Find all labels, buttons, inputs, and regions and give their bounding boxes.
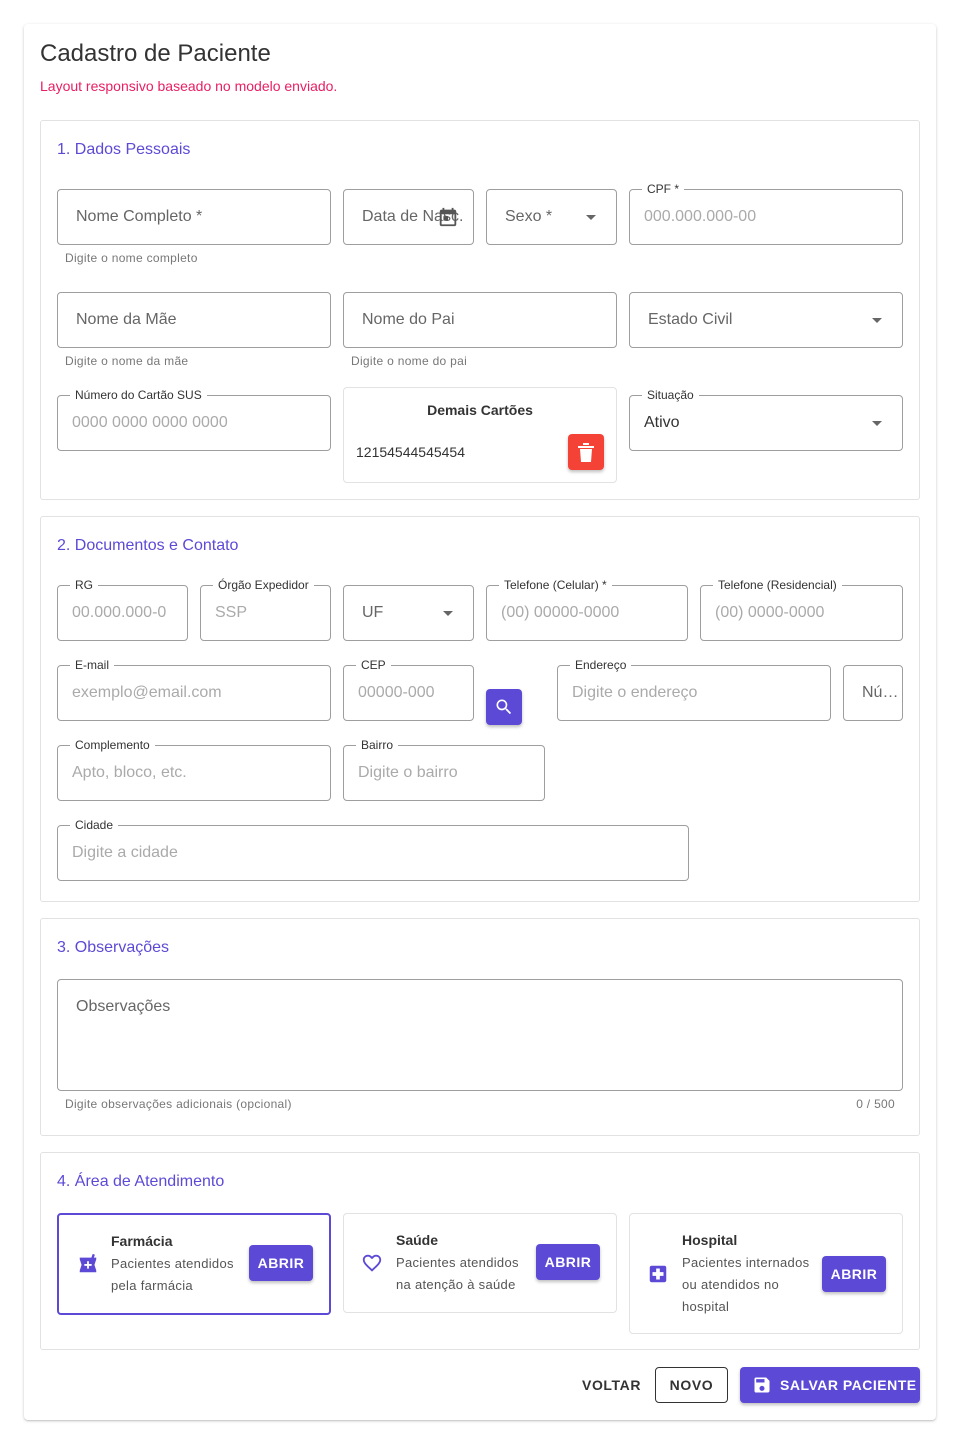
- data-nascimento-field[interactable]: Data de Nasc.: [343, 189, 474, 245]
- area-description: Pacientes internados ou atendidos no hos…: [682, 1255, 810, 1314]
- chevron-down-icon: [443, 611, 453, 616]
- section-title: 3. Observações: [57, 939, 170, 956]
- delete-card-button[interactable]: [568, 434, 604, 470]
- situacao-value: Ativo: [644, 414, 680, 431]
- section-dados-pessoais: 1. Dados Pessoais Nome Completo * Digite…: [40, 120, 920, 500]
- numero-field[interactable]: Nú…: [843, 665, 903, 721]
- telefone-residencial-placeholder: (00) 0000-0000: [715, 604, 825, 621]
- cpf-field[interactable]: CPF * 000.000.000-00: [629, 182, 903, 245]
- cartao-sus-placeholder: 0000 0000 0000 0000: [72, 414, 228, 431]
- observacoes-placeholder: Observações: [76, 998, 171, 1015]
- uf-select[interactable]: UF: [343, 585, 474, 641]
- telefone-residencial-field[interactable]: Telefone (Residencial) (00) 0000-0000: [700, 578, 903, 641]
- estado-civil-select[interactable]: Estado Civil: [629, 292, 903, 348]
- section-title: 1. Dados Pessoais: [57, 141, 191, 158]
- cartao-sus-field[interactable]: Número do Cartão SUS 0000 0000 0000 0000: [57, 388, 331, 451]
- observacoes-textarea[interactable]: Observações: [57, 979, 903, 1091]
- email-placeholder: exemplo@email.com: [72, 684, 222, 701]
- abrir-hospital-button[interactable]: ABRIR: [822, 1256, 886, 1292]
- voltar-button[interactable]: VOLTAR: [582, 1377, 641, 1393]
- heart-icon: [362, 1254, 382, 1272]
- area-description: Pacientes atendidos na atenção à saúde: [396, 1255, 519, 1292]
- search-icon: [496, 699, 512, 715]
- area-card-farmacia[interactable]: Farmácia Pacientes atendidos pela farmác…: [57, 1213, 331, 1315]
- cep-field[interactable]: CEP 00000-000: [343, 658, 474, 721]
- sexo-placeholder: Sexo *: [505, 208, 553, 225]
- telefone-celular-placeholder: (00) 00000-0000: [501, 604, 620, 621]
- numero-placeholder: Nú…: [862, 684, 899, 701]
- area-title: Farmácia: [111, 1233, 173, 1249]
- section-documentos-contato: 2. Documentos e Contato RG 00.000.000-0 …: [40, 516, 920, 902]
- hospital-icon: [649, 1265, 667, 1283]
- endereco-field[interactable]: Endereço Digite o endereço: [557, 658, 831, 721]
- section-area-atendimento: 4. Área de Atendimento Farmácia Paciente…: [40, 1152, 920, 1350]
- bairro-placeholder: Digite o bairro: [358, 764, 458, 781]
- cartao-item: 12154544545454: [356, 444, 466, 460]
- cpf-placeholder: 000.000.000-00: [644, 208, 757, 225]
- nome-completo-field[interactable]: Nome Completo *: [57, 189, 331, 245]
- nome-completo-placeholder: Nome Completo *: [76, 208, 203, 225]
- chevron-down-icon: [872, 421, 882, 426]
- abrir-farmacia-button[interactable]: ABRIR: [249, 1245, 313, 1281]
- chevron-down-icon: [872, 318, 882, 323]
- orgao-expedidor-field[interactable]: Órgão Expedidor SSP: [200, 578, 331, 641]
- save-icon: [754, 1377, 770, 1393]
- page-subtitle: Layout responsivo baseado no modelo envi…: [40, 78, 338, 94]
- trash-icon: [578, 443, 594, 462]
- cep-placeholder: 00000-000: [358, 684, 435, 701]
- complemento-placeholder: Apto, bloco, etc.: [72, 764, 187, 781]
- nome-mae-hint: Digite o nome da mãe: [65, 354, 189, 368]
- email-field[interactable]: E-mail exemplo@email.com: [57, 658, 331, 721]
- rg-placeholder: 00.000.000-0: [72, 604, 167, 621]
- page-title: Cadastro de Paciente: [40, 40, 271, 67]
- patient-form-card: Cadastro de Paciente Layout responsivo b…: [24, 24, 936, 1420]
- rg-field[interactable]: RG 00.000.000-0: [57, 578, 188, 641]
- section-observacoes: 3. Observações Observações Digite observ…: [40, 918, 920, 1136]
- calendar-icon[interactable]: [437, 206, 459, 228]
- endereco-placeholder: Digite o endereço: [572, 684, 698, 701]
- nome-pai-field[interactable]: Nome do Pai: [343, 292, 617, 348]
- complemento-field[interactable]: Complemento Apto, bloco, etc.: [57, 738, 331, 801]
- demais-cartoes-title: Demais Cartões: [427, 402, 533, 418]
- salvar-paciente-button[interactable]: SALVAR PACIENTE: [740, 1367, 920, 1403]
- cidade-placeholder: Digite a cidade: [72, 844, 178, 861]
- area-title: Saúde: [396, 1232, 439, 1248]
- area-description: Pacientes atendidos pela farmácia: [111, 1256, 234, 1293]
- situacao-select[interactable]: Situação Ativo: [629, 388, 903, 451]
- nome-completo-hint: Digite o nome completo: [65, 251, 198, 265]
- nome-pai-placeholder: Nome do Pai: [362, 311, 455, 328]
- sexo-select[interactable]: Sexo *: [486, 189, 617, 245]
- telefone-celular-field[interactable]: Telefone (Celular) * (00) 00000-0000: [486, 578, 688, 641]
- area-card-saude[interactable]: Saúde Pacientes atendidos na atenção à s…: [343, 1213, 617, 1313]
- estado-civil-placeholder: Estado Civil: [648, 311, 733, 328]
- orgao-expedidor-placeholder: SSP: [215, 604, 248, 621]
- nome-mae-placeholder: Nome da Mãe: [76, 311, 177, 328]
- search-cep-button[interactable]: [486, 689, 522, 725]
- observacoes-counter: 0 / 500: [856, 1097, 895, 1111]
- nome-pai-hint: Digite o nome do pai: [351, 354, 468, 368]
- pharmacy-icon: [79, 1253, 97, 1273]
- nome-mae-field[interactable]: Nome da Mãe: [57, 292, 331, 348]
- chevron-down-icon: [586, 215, 596, 220]
- section-title: 2. Documentos e Contato: [57, 537, 239, 554]
- uf-placeholder: UF: [362, 604, 384, 621]
- bairro-field[interactable]: Bairro Digite o bairro: [343, 738, 545, 801]
- salvar-paciente-label: SALVAR PACIENTE: [780, 1377, 917, 1393]
- section-title: 4. Área de Atendimento: [57, 1173, 225, 1190]
- observacoes-hint: Digite observações adicionais (opcional): [65, 1097, 292, 1111]
- demais-cartoes-box: Demais Cartões 12154544545454: [343, 387, 617, 483]
- area-card-hospital[interactable]: Hospital Pacientes internados ou atendid…: [629, 1213, 903, 1334]
- area-title: Hospital: [682, 1232, 738, 1248]
- abrir-saude-button[interactable]: ABRIR: [536, 1244, 600, 1280]
- cidade-field[interactable]: Cidade Digite a cidade: [57, 818, 689, 881]
- novo-button[interactable]: NOVO: [655, 1367, 728, 1403]
